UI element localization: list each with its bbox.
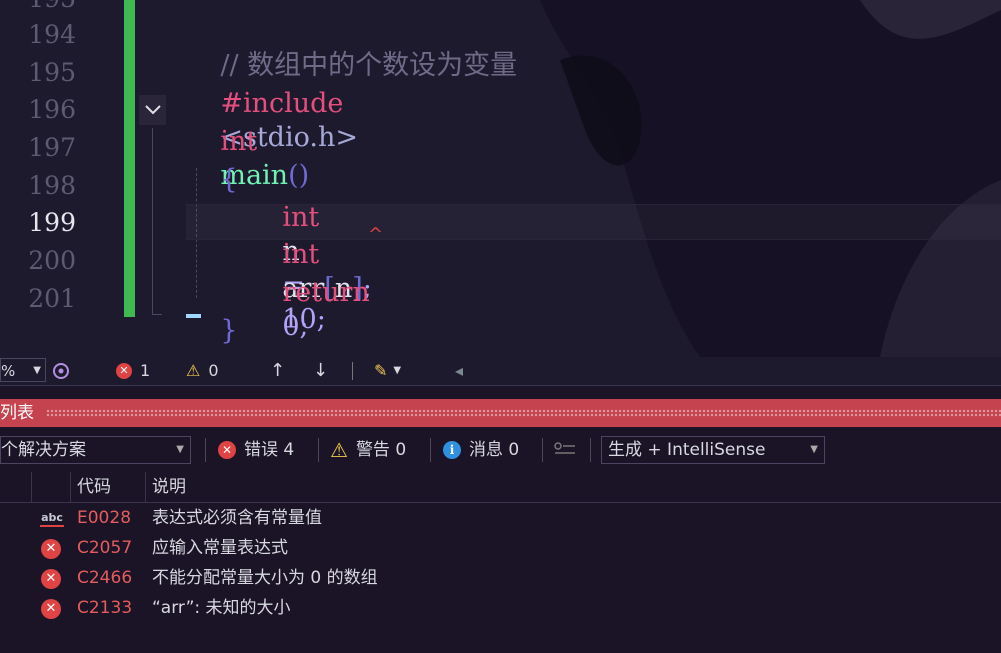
error-squiggle[interactable]: ^ [368, 224, 383, 245]
triangle-left-icon: ◂ [455, 361, 464, 380]
toolbar-divider [205, 438, 206, 462]
arrow-down-icon: ↓ [313, 360, 329, 381]
previous-issue-button[interactable]: ↑ [270, 357, 285, 385]
error-row[interactable]: ✕ C2466 不能分配常量大小为 0 的数组 [0, 563, 1001, 593]
dropdown-arrow-icon: ▼ [393, 365, 402, 376]
health-icon[interactable] [52, 357, 72, 385]
fold-guide [152, 128, 153, 315]
next-issue-button[interactable]: ↓ [313, 357, 328, 385]
code-line[interactable]: return 0; [248, 242, 369, 342]
toolbar-divider [590, 438, 591, 462]
line-number: 201 [28, 284, 76, 313]
keyword-token: return [282, 277, 370, 308]
code-line[interactable]: #include <stdio.h> [186, 53, 358, 153]
line-number: 195 [0, 0, 76, 13]
warnings-filter-label: 警告 0 [355, 440, 407, 460]
error-row[interactable]: abc E0028 表达式必须含有常量值 [0, 503, 1001, 533]
warnings-filter-button[interactable]: ⚠ 警告 0 [330, 436, 406, 464]
fold-guide-end [152, 314, 162, 315]
filter-icon[interactable] [553, 440, 579, 460]
panel-title: 列表 [0, 403, 34, 423]
panel-splitter[interactable] [0, 385, 1001, 400]
error-code: C2466 [77, 568, 133, 588]
error-table-header: 代码 说明 [0, 472, 1001, 503]
status-divider [352, 362, 353, 380]
code-line[interactable]: { [186, 129, 237, 195]
toolbar-divider [542, 438, 543, 462]
dropdown-arrow-icon: ▼ [176, 444, 184, 455]
error-list-title-bar[interactable]: 列表 [0, 399, 1001, 427]
error-code: C2133 [77, 598, 133, 618]
column-header-code[interactable]: 代码 [77, 472, 111, 502]
code-line[interactable]: int n = 10; [248, 167, 325, 335]
error-icon: ✕ [41, 539, 61, 559]
fold-chevron-icon[interactable] [139, 95, 166, 125]
number-token: 0 [282, 311, 300, 342]
zoom-value: % [1, 362, 16, 380]
error-count: 1 [140, 361, 151, 380]
code-line[interactable]: int main() [186, 91, 309, 191]
column-divider[interactable] [70, 472, 71, 502]
toolbar-divider [318, 438, 319, 462]
line-number: 197 [28, 133, 76, 162]
line-number-current: 199 [28, 208, 76, 237]
build-filter-dropdown[interactable]: 生成 + IntelliSense ▼ [601, 436, 825, 464]
error-list-toolbar: 个解决方案 ▼ ✕ 错误 4 ⚠ 警告 0 i 消息 0 生成 + Intell… [0, 430, 1001, 468]
column-header-description[interactable]: 说明 [152, 472, 186, 502]
warning-count-indicator[interactable]: ⚠ 0 [186, 357, 219, 385]
errors-filter-label: 错误 4 [244, 440, 295, 460]
error-icon: ✕ [116, 363, 132, 379]
line-number: 196 [28, 95, 76, 124]
drag-grip[interactable] [46, 409, 1001, 417]
line-number: 198 [28, 171, 76, 200]
text-cursor [186, 314, 201, 318]
code-editor[interactable]: 195 194 195 196 197 198 199 200 201 // 数… [0, 0, 1001, 357]
line-number: 194 [28, 20, 76, 49]
messages-filter-button[interactable]: i 消息 0 [443, 436, 519, 464]
error-row[interactable]: ✕ C2133 “arr”: 未知的大小 [0, 593, 1001, 623]
error-icon: ✕ [218, 441, 236, 459]
error-icon: ✕ [41, 569, 61, 589]
error-row[interactable]: ✕ C2057 应输入常量表达式 [0, 533, 1001, 563]
toolbar-divider [430, 438, 431, 462]
info-icon: i [443, 441, 461, 459]
errors-filter-button[interactable]: ✕ 错误 4 [218, 436, 294, 464]
warning-icon: ⚠ [330, 438, 348, 462]
zoom-dropdown[interactable]: % ▼ [0, 358, 46, 382]
dropdown-arrow-icon: ▼ [33, 365, 41, 376]
error-description: 不能分配常量大小为 0 的数组 [152, 568, 378, 588]
warning-icon: ⚠ [186, 361, 201, 380]
code-line[interactable]: } [186, 280, 237, 346]
code-line-current[interactable]: int arr[n]; [248, 204, 372, 304]
dropdown-arrow-icon: ▼ [810, 444, 818, 455]
error-code: C2057 [77, 538, 133, 558]
scroll-left-marker[interactable]: ◂ [455, 357, 463, 385]
arrow-up-icon: ↑ [270, 360, 286, 381]
scope-value: 个解决方案 [1, 440, 86, 460]
line-number: 195 [28, 58, 76, 87]
line-number: 200 [28, 246, 76, 275]
build-filter-value: 生成 + IntelliSense [608, 440, 766, 460]
broom-icon: ✎ [374, 361, 388, 380]
brace-token: } [220, 315, 238, 346]
change-tracking-bar [124, 0, 135, 317]
column-divider[interactable] [31, 472, 32, 502]
editor-status-bar: % ▼ ✕ 1 ⚠ 0 ↑ ↓ ✎ ▼ ◂ [0, 357, 1001, 385]
column-divider[interactable] [145, 472, 146, 502]
error-code: E0028 [77, 508, 132, 528]
error-description: “arr”: 未知的大小 [152, 598, 291, 618]
messages-filter-label: 消息 0 [469, 440, 520, 460]
code-cleanup-button[interactable]: ✎ ▼ [374, 357, 401, 385]
error-description: 表达式必须含有常量值 [152, 508, 322, 528]
code-line[interactable]: // 数组中的个数设为变量 [186, 15, 517, 81]
scope-dropdown[interactable]: 个解决方案 ▼ [0, 436, 191, 464]
spelling-abc-icon: abc [40, 511, 64, 527]
error-count-indicator[interactable]: ✕ 1 [116, 357, 150, 385]
semicolon-token: ; [299, 311, 309, 342]
warning-count: 0 [208, 361, 219, 380]
error-description: 应输入常量表达式 [152, 538, 288, 558]
brace-token: { [220, 164, 238, 195]
error-icon: ✕ [41, 599, 61, 619]
